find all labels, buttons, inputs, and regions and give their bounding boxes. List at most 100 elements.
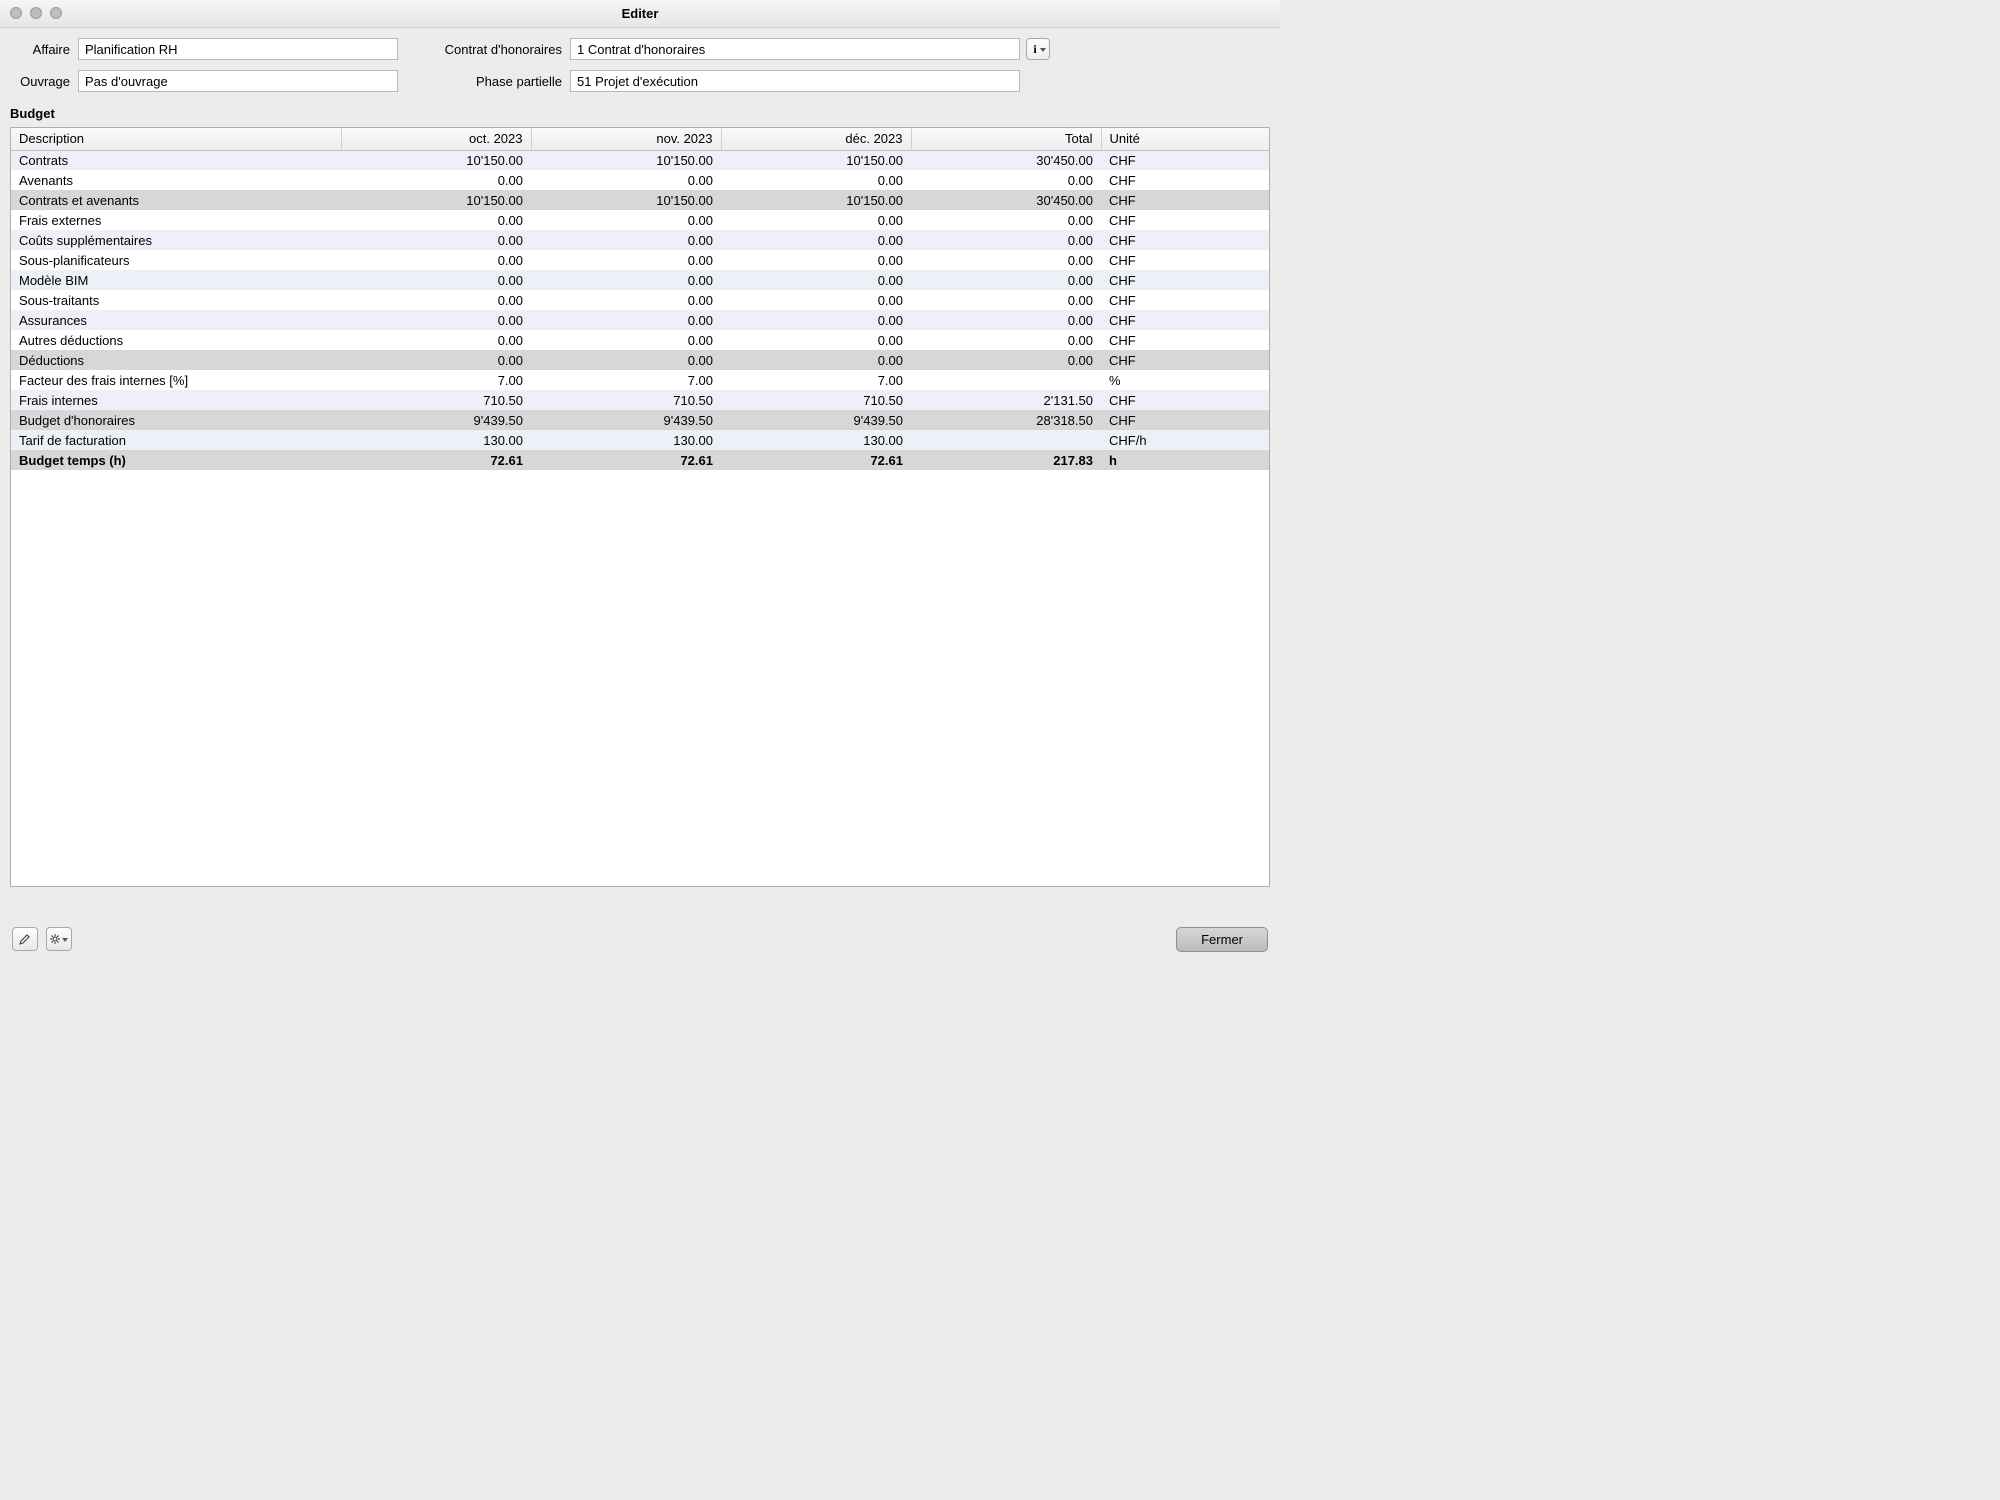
cell-desc: Modèle BIM [11, 270, 341, 290]
edit-tool-button[interactable] [12, 927, 38, 951]
table-row[interactable]: Assurances0.000.000.000.00CHF [11, 310, 1269, 330]
cell-total: 0.00 [911, 170, 1101, 190]
table-row[interactable]: Coûts supplémentaires0.000.000.000.00CHF [11, 230, 1269, 250]
cell-desc: Tarif de facturation [11, 430, 341, 450]
table-row[interactable]: Modèle BIM0.000.000.000.00CHF [11, 270, 1269, 290]
budget-section-title: Budget [10, 106, 1270, 121]
cell-m2: 0.00 [531, 270, 721, 290]
close-window-icon[interactable] [10, 7, 22, 19]
cell-unit: CHF [1101, 210, 1269, 230]
settings-tool-button[interactable] [46, 927, 72, 951]
cell-m3: 0.00 [721, 270, 911, 290]
cell-desc: Sous-planificateurs [11, 250, 341, 270]
cell-m3: 7.00 [721, 370, 911, 390]
pencil-icon [19, 933, 31, 945]
cell-desc: Frais internes [11, 390, 341, 410]
info-button[interactable]: i [1026, 38, 1050, 60]
cell-total: 0.00 [911, 330, 1101, 350]
footer: Fermer [0, 918, 1280, 960]
close-button[interactable]: Fermer [1176, 927, 1268, 952]
gear-icon [49, 933, 61, 945]
cell-m3: 0.00 [721, 290, 911, 310]
cell-m1: 9'439.50 [341, 410, 531, 430]
cell-desc: Budget temps (h) [11, 450, 341, 470]
cell-m2: 0.00 [531, 210, 721, 230]
cell-desc: Frais externes [11, 210, 341, 230]
budget-table-container: Description oct. 2023 nov. 2023 déc. 202… [10, 127, 1270, 887]
cell-unit: CHF [1101, 230, 1269, 250]
phase-label: Phase partielle [404, 74, 564, 89]
titlebar: Editer [0, 0, 1280, 28]
affaire-label: Affaire [10, 42, 72, 57]
budget-table[interactable]: Description oct. 2023 nov. 2023 déc. 202… [11, 128, 1269, 470]
cell-m3: 10'150.00 [721, 150, 911, 170]
table-row[interactable]: Budget temps (h)72.6172.6172.61217.83h [11, 450, 1269, 470]
table-row[interactable]: Tarif de facturation130.00130.00130.00CH… [11, 430, 1269, 450]
cell-m3: 710.50 [721, 390, 911, 410]
cell-m3: 130.00 [721, 430, 911, 450]
cell-unit: CHF [1101, 330, 1269, 350]
zoom-window-icon[interactable] [50, 7, 62, 19]
cell-m2: 72.61 [531, 450, 721, 470]
ouvrage-label: Ouvrage [10, 74, 72, 89]
cell-total [911, 370, 1101, 390]
table-row[interactable]: Avenants0.000.000.000.00CHF [11, 170, 1269, 190]
cell-m2: 0.00 [531, 290, 721, 310]
cell-desc: Assurances [11, 310, 341, 330]
col-month-3[interactable]: déc. 2023 [721, 128, 911, 150]
table-row[interactable]: Déductions0.000.000.000.00CHF [11, 350, 1269, 370]
cell-total: 28'318.50 [911, 410, 1101, 430]
cell-desc: Sous-traitants [11, 290, 341, 310]
cell-m3: 0.00 [721, 310, 911, 330]
table-row[interactable]: Frais internes710.50710.50710.502'131.50… [11, 390, 1269, 410]
table-row[interactable]: Contrats10'150.0010'150.0010'150.0030'45… [11, 150, 1269, 170]
table-row[interactable]: Frais externes0.000.000.000.00CHF [11, 210, 1269, 230]
col-month-1[interactable]: oct. 2023 [341, 128, 531, 150]
cell-unit: CHF [1101, 390, 1269, 410]
cell-m2: 130.00 [531, 430, 721, 450]
cell-m2: 0.00 [531, 310, 721, 330]
cell-m1: 0.00 [341, 310, 531, 330]
cell-unit: CHF [1101, 410, 1269, 430]
window-title: Editer [622, 6, 659, 21]
cell-m1: 0.00 [341, 270, 531, 290]
cell-m3: 0.00 [721, 210, 911, 230]
cell-m3: 10'150.00 [721, 190, 911, 210]
cell-m2: 0.00 [531, 230, 721, 250]
table-row[interactable]: Sous-traitants0.000.000.000.00CHF [11, 290, 1269, 310]
cell-total [911, 430, 1101, 450]
cell-total: 0.00 [911, 230, 1101, 250]
col-unit[interactable]: Unité [1101, 128, 1269, 150]
table-row[interactable]: Contrats et avenants10'150.0010'150.0010… [11, 190, 1269, 210]
affaire-input[interactable] [78, 38, 398, 60]
cell-m1: 72.61 [341, 450, 531, 470]
cell-m1: 130.00 [341, 430, 531, 450]
cell-unit: % [1101, 370, 1269, 390]
cell-desc: Facteur des frais internes [%] [11, 370, 341, 390]
cell-desc: Avenants [11, 170, 341, 190]
cell-m3: 0.00 [721, 330, 911, 350]
cell-m3: 0.00 [721, 250, 911, 270]
cell-desc: Budget d'honoraires [11, 410, 341, 430]
cell-unit: CHF [1101, 250, 1269, 270]
cell-m1: 0.00 [341, 170, 531, 190]
window-controls [10, 7, 62, 19]
table-row[interactable]: Budget d'honoraires9'439.509'439.509'439… [11, 410, 1269, 430]
phase-input[interactable] [570, 70, 1020, 92]
ouvrage-input[interactable] [78, 70, 398, 92]
cell-unit: CHF [1101, 170, 1269, 190]
table-row[interactable]: Autres déductions0.000.000.000.00CHF [11, 330, 1269, 350]
minimize-window-icon[interactable] [30, 7, 42, 19]
cell-m2: 10'150.00 [531, 150, 721, 170]
contrat-input[interactable] [570, 38, 1020, 60]
col-total[interactable]: Total [911, 128, 1101, 150]
table-row[interactable]: Sous-planificateurs0.000.000.000.00CHF [11, 250, 1269, 270]
col-description[interactable]: Description [11, 128, 341, 150]
col-month-2[interactable]: nov. 2023 [531, 128, 721, 150]
cell-total: 0.00 [911, 250, 1101, 270]
cell-m2: 7.00 [531, 370, 721, 390]
cell-unit: CHF [1101, 350, 1269, 370]
cell-unit: CHF [1101, 150, 1269, 170]
cell-m1: 10'150.00 [341, 190, 531, 210]
table-row[interactable]: Facteur des frais internes [%]7.007.007.… [11, 370, 1269, 390]
